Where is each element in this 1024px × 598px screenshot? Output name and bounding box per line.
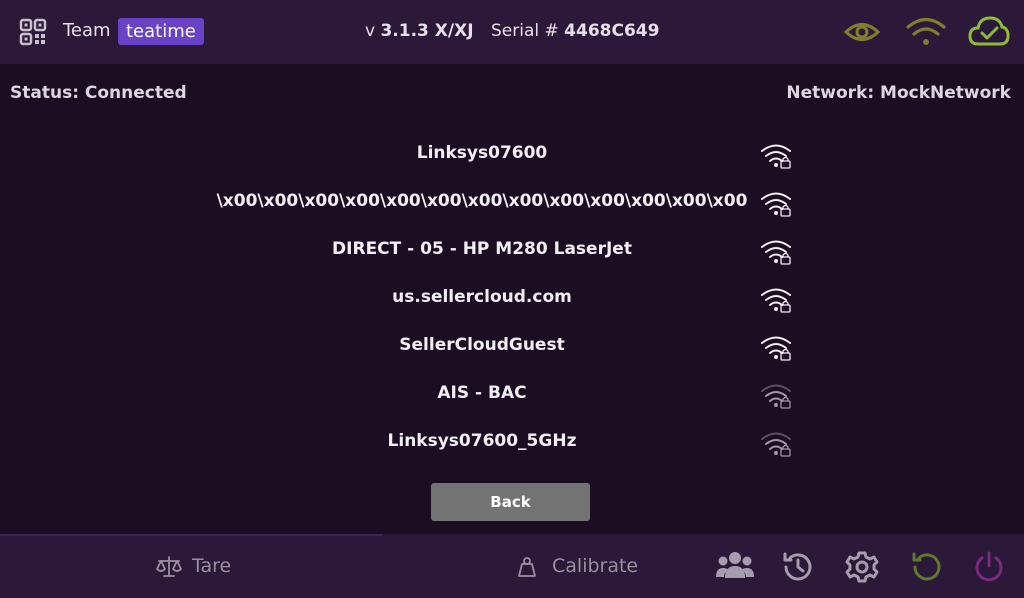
qr-code-icon[interactable] [19,18,47,46]
network-name: Linksys07600_5GHz [387,431,577,451]
tare-label: Tare [192,555,232,577]
settings-icon[interactable] [845,550,879,584]
serial-value: 4468C649 [564,21,660,41]
wifi-lock-icon [761,336,791,361]
network-item[interactable]: AIS - BAC [200,371,800,419]
connection-status: Status: Connected [10,83,187,103]
calibrate-button[interactable]: Calibrate [516,555,638,584]
network-name: us.sellercloud.com [392,287,572,307]
wifi-lock-icon [761,144,791,169]
footer-divider [0,534,382,536]
eye-icon[interactable] [843,17,881,47]
current-network: Network: MockNetwork [786,83,1011,103]
team-name-badge: teatime [118,18,204,45]
team-label: Team [63,20,111,41]
network-item[interactable]: Linksys07600_5GHz [200,419,800,467]
network-name: AIS - BAC [437,383,527,403]
back-button[interactable]: Back [431,483,590,521]
top-bar: Team teatime v 3.1.3 X/XJ Serial # 4468C… [0,0,1024,64]
history-icon[interactable] [781,550,815,584]
version-prefix: v [365,21,376,41]
network-item[interactable]: us.sellercloud.com [200,275,800,323]
cloud-check-icon[interactable] [967,14,1011,48]
wifi-lock-icon-weak [761,432,791,457]
network-item[interactable]: DIRECT - 05 - HP M280 LaserJet [200,227,800,275]
undo-icon[interactable] [909,550,943,584]
power-icon[interactable] [972,550,1006,584]
serial-prefix: Serial # [491,21,559,41]
network-item[interactable]: \x00\x00\x00\x00\x00\x00\x00\x00\x00\x00… [200,179,800,227]
calibrate-label: Calibrate [552,555,639,577]
wifi-lock-icon [761,192,791,217]
weight-icon [518,557,536,577]
version-value: 3.1.3 X/XJ [380,21,474,41]
network-name: Linksys07600 [416,143,548,163]
network-name: DIRECT - 05 - HP M280 LaserJet [332,239,632,259]
wifi-lock-icon [761,240,791,265]
wifi-lock-icon-weak [761,384,791,409]
wifi-lock-icon [761,288,791,313]
network-item[interactable]: Linksys07600 [200,131,800,179]
scale-icon [156,556,182,577]
network-item[interactable]: SellerCloudGuest [200,323,800,371]
users-icon[interactable] [715,550,755,582]
serial-display: Serial # 4468C649 [491,21,659,41]
tare-button[interactable]: Tare [156,555,231,584]
wifi-icon[interactable] [905,15,947,49]
version-display: v 3.1.3 X/XJ [365,21,474,41]
bottom-bar: Tare Calibrate [0,534,1024,598]
network-name: SellerCloudGuest [399,335,565,355]
network-name: \x00\x00\x00\x00\x00\x00\x00\x00\x00\x00… [216,191,748,211]
